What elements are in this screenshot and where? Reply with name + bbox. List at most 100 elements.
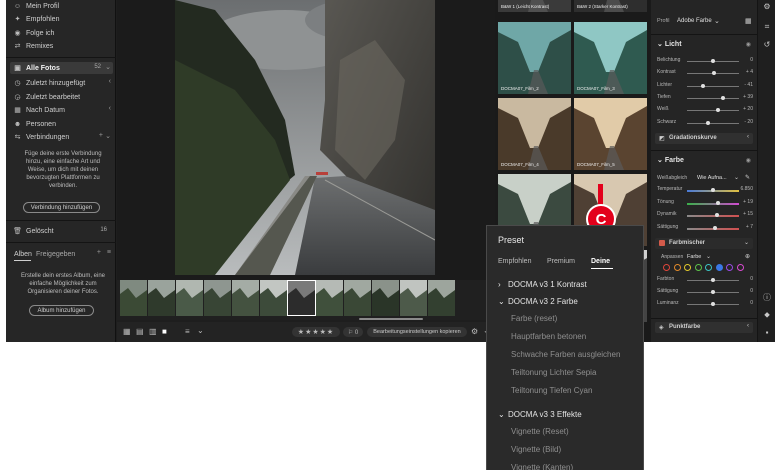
star-rating[interactable]: ★★★★★: [292, 327, 340, 337]
slider-knob[interactable]: [705, 120, 710, 125]
filmstrip-thumb[interactable]: [176, 280, 203, 316]
chevron-down-icon[interactable]: ⌄: [105, 63, 111, 71]
info-icon[interactable]: ⓘ: [762, 292, 772, 302]
preset-thumbnail[interactable]: B&W 1 (Leicht Kontrast): [498, 0, 571, 12]
slider-track[interactable]: [687, 85, 739, 87]
gradation-curve-header[interactable]: ◩ Gradationskurve ‹: [655, 133, 753, 144]
preset-group[interactable]: ⌄ DOCMA v3 3 Effekte: [498, 410, 582, 419]
slider-row[interactable]: Sättigung 0: [657, 288, 753, 296]
sidebar-item-connections[interactable]: ⇆ Verbindungen: [14, 132, 70, 142]
detail-view-icon[interactable]: ■: [162, 327, 167, 336]
add-connection-button[interactable]: Verbindung hinzufügen: [23, 202, 100, 213]
rating-stars[interactable]: ★★★★★: [298, 328, 334, 336]
chevron-left-icon[interactable]: ‹: [109, 105, 111, 112]
filmstrip-thumb[interactable]: [287, 280, 316, 316]
slider-value[interactable]: - 41: [744, 82, 753, 88]
flag-button[interactable]: ⚐ 0: [343, 327, 363, 337]
tab-shared[interactable]: Freigegeben: [36, 249, 75, 259]
sidebar-item-profile[interactable]: ☺ Mein Profil: [14, 1, 59, 11]
slider-row[interactable]: Lichter - 41: [657, 82, 753, 90]
slider-row[interactable]: Tönung + 19: [657, 199, 753, 207]
target-icon[interactable]: ⊕: [745, 253, 750, 260]
add-icon[interactable]: +: [97, 249, 101, 256]
color-swatch[interactable]: [715, 264, 723, 271]
sidebar-item-recently-edited[interactable]: ◶ Zuletzt bearbeitet: [14, 92, 80, 102]
slider-value[interactable]: + 19: [743, 199, 753, 205]
preset-thumbnail[interactable]: DOCMA07_Film_2: [498, 22, 571, 94]
copy-settings-button[interactable]: Bearbeitungseinstellungen kopieren: [367, 327, 467, 337]
filmstrip-thumb[interactable]: [120, 280, 147, 316]
color-swatch[interactable]: [684, 264, 691, 271]
point-color-header[interactable]: ◈ Punktfarbe ‹: [655, 322, 753, 333]
filmstrip-thumb[interactable]: [428, 280, 455, 316]
slider-value[interactable]: + 20: [743, 106, 753, 112]
slider-value[interactable]: 0: [750, 276, 753, 282]
sidebar-item-deleted[interactable]: 🗑 Gelöscht: [13, 226, 54, 236]
sidebar-item-featured[interactable]: ✦ Empfohlen: [14, 14, 60, 24]
sidebar-item-people[interactable]: ☻ Personen: [14, 119, 56, 129]
chevron-down-icon[interactable]: ⌄: [706, 253, 711, 260]
history-icon[interactable]: ↺: [762, 40, 772, 50]
preset-thumbnail[interactable]: DOCMA07_Film_4: [498, 98, 571, 170]
square-grid-icon[interactable]: ▤: [136, 327, 144, 336]
preset-item[interactable]: Teiltonung Tiefen Cyan: [511, 386, 592, 395]
slider-knob[interactable]: [711, 188, 715, 192]
slider-value[interactable]: - 20: [744, 119, 753, 125]
color-swatch[interactable]: [736, 264, 744, 271]
add-album-button[interactable]: Album hinzufügen: [29, 305, 94, 316]
color-swatch[interactable]: [694, 264, 702, 271]
profile-browser-icon[interactable]: ▦: [745, 17, 752, 25]
mixer-adjust-value[interactable]: Farbe: [687, 254, 701, 260]
preset-thumbnail[interactable]: DOCMA07_Film_3: [574, 22, 647, 94]
filmstrip-thumb[interactable]: [260, 280, 287, 316]
preset-thumbnail[interactable]: DOCMA07_Film_5: [574, 98, 647, 170]
sidebar-item-following[interactable]: ◉ Folge ich: [14, 28, 54, 38]
slider-row[interactable]: Temperatur 6.850: [657, 186, 753, 194]
sort-icon[interactable]: ≡: [185, 327, 190, 336]
slider-value[interactable]: + 39: [743, 94, 753, 100]
slider-knob[interactable]: [711, 290, 715, 294]
slider-knob[interactable]: [711, 302, 715, 306]
preset-thumbnail[interactable]: B&W 2 (Starker Kontrast): [574, 0, 647, 12]
filmstrip-thumb[interactable]: [372, 280, 399, 316]
preset-item[interactable]: Vignette (Kanten): [511, 463, 573, 470]
chevron-down-icon[interactable]: ⌄: [734, 174, 739, 181]
slider-track[interactable]: [687, 110, 739, 112]
slider-row[interactable]: Weiß + 20: [657, 106, 753, 114]
eye-icon[interactable]: ◉: [746, 157, 751, 164]
slider-row[interactable]: Schwarz - 20: [657, 119, 753, 127]
chevron-left-icon[interactable]: ‹: [109, 78, 111, 85]
all-photos-row[interactable]: ▣ Alle Fotos: [14, 63, 60, 73]
filmstrip-scrollbar[interactable]: [359, 318, 423, 320]
slider-track[interactable]: [687, 122, 739, 124]
slider-knob[interactable]: [712, 226, 717, 231]
slider-knob[interactable]: [721, 95, 726, 100]
eye-icon[interactable]: ◉: [746, 41, 751, 48]
preset-item[interactable]: Farbe (reset): [511, 314, 557, 323]
tab-recommended[interactable]: Empfohlen: [498, 258, 531, 265]
filmstrip-thumb[interactable]: [316, 280, 343, 316]
slider-track[interactable]: [687, 215, 739, 218]
filmstrip-thumbnails[interactable]: [117, 280, 495, 320]
farbe-section-title[interactable]: ⌄ Farbe: [657, 156, 684, 164]
filmstrip-thumb[interactable]: [148, 280, 175, 316]
grid-view-icon[interactable]: ▦: [123, 327, 131, 336]
slider-value[interactable]: 0: [750, 288, 753, 294]
filmstrip-thumb[interactable]: [344, 280, 371, 316]
slider-value[interactable]: 0: [750, 57, 753, 63]
licht-section-title[interactable]: ⌄ Licht: [657, 40, 682, 48]
profile-value[interactable]: Adobe Farbe: [677, 18, 712, 24]
gear-icon[interactable]: ⚙: [471, 327, 478, 336]
preset-item[interactable]: Vignette (Reset): [511, 427, 569, 436]
slider-track[interactable]: [687, 202, 739, 205]
slider-knob[interactable]: [711, 59, 715, 63]
preset-group[interactable]: › DOCMA v3 1 Kontrast: [498, 280, 587, 289]
tab-albums[interactable]: Alben: [14, 249, 32, 259]
tab-yours[interactable]: Deine: [591, 258, 610, 265]
sidebar-item-remixes[interactable]: ⇄ Remixes: [14, 41, 54, 51]
color-mixer-header[interactable]: Farbmischer ⌄: [655, 238, 753, 249]
slider-value[interactable]: + 7: [746, 224, 753, 230]
compare-view-icon[interactable]: ▥: [149, 327, 157, 336]
chevron-down-icon[interactable]: ⌄: [197, 326, 204, 335]
slider-knob[interactable]: [712, 71, 717, 76]
